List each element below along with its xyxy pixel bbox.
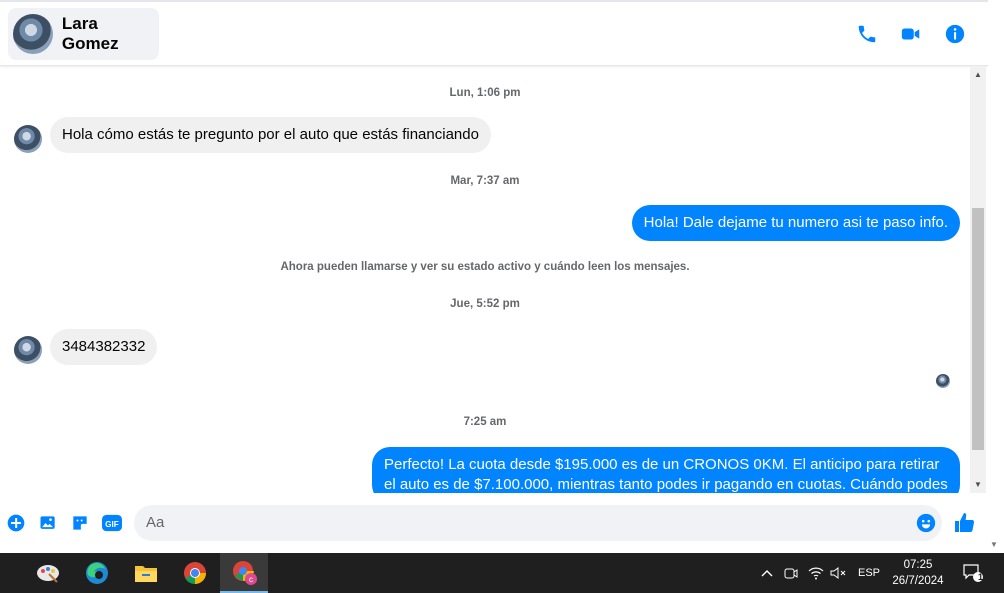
message-bubble-outgoing[interactable]: Hola! Dale dejame tu numero asi te paso … [631,205,960,241]
message-input-placeholder: Aa [146,514,165,531]
video-camera-icon[interactable] [899,22,923,46]
svg-text:c: c [249,575,253,584]
contact-name: Lara Gomez [61,14,119,53]
page-scroll-down-arrow-icon[interactable]: ▼ [990,540,998,549]
timestamp: Jue, 5:52 pm [450,298,520,310]
message-bubble-outgoing[interactable]: Perfecto! La cuota desde $195.000 es de … [372,447,960,493]
page-scrollbar[interactable]: ▼ [988,0,1004,553]
sender-avatar[interactable] [14,336,42,364]
edge-icon[interactable] [73,553,121,593]
chat-notice: Ahora pueden llamarse y ver su estado ac… [280,261,690,273]
chat-header: Lara Gomez [0,2,988,66]
info-icon[interactable] [943,22,967,46]
thumbs-up-icon[interactable] [953,511,977,535]
gif-icon[interactable]: GIF [101,512,123,534]
paint-app-icon[interactable] [24,553,72,593]
timestamp: Lun, 1:06 pm [449,87,521,99]
emoji-icon[interactable] [915,512,937,534]
timestamp: Mar, 7:37 am [450,175,520,187]
message-input[interactable]: Aa [134,505,942,541]
windows-taskbar: c ESP 07:25 26/7/2024 1 [0,553,1004,593]
tray-overflow-chevron-icon[interactable] [758,553,776,593]
scroll-up-arrow-icon[interactable]: ▲ [970,67,986,83]
meet-now-icon[interactable] [782,553,800,593]
scroll-thumb[interactable] [972,208,984,450]
notification-count-badge: 1 [978,572,984,582]
language-indicator[interactable]: ESP [854,553,884,593]
file-explorer-icon[interactable] [122,553,170,593]
phone-icon[interactable] [855,22,879,46]
message-bubble-incoming[interactable]: Hola cómo estás te pregunto por el auto … [50,117,491,153]
messenger-window: Lara Gomez Lun, 1:06 pm Hola cómo estás … [0,0,1004,553]
sender-avatar[interactable] [14,125,42,153]
add-circle-icon[interactable] [5,512,27,534]
clock-date: 26/7/2024 [892,575,944,587]
contact-profile-button[interactable]: Lara Gomez [8,8,159,60]
thread-scrollbar[interactable]: ▲ ▼ [970,67,986,493]
timestamp: 7:25 am [463,416,507,428]
chrome-icon[interactable] [171,553,219,593]
contact-avatar [13,14,53,54]
chrome-profile-icon[interactable]: c [220,553,268,593]
message-bubble-incoming[interactable]: 3484382332 [50,329,158,365]
notification-center-icon[interactable]: 1 [958,553,988,593]
message-thread[interactable]: Lun, 1:06 pm Hola cómo estás te pregunto… [0,67,970,493]
volume-muted-icon[interactable] [828,553,848,593]
message-composer: GIF Aa [0,493,988,553]
system-clock[interactable]: 07:25 26/7/2024 [888,557,948,589]
scroll-down-arrow-icon[interactable]: ▼ [970,477,986,493]
start-button[interactable] [0,553,10,593]
read-receipt-avatar [936,374,950,388]
clock-time: 07:25 [903,559,933,571]
sticker-icon[interactable] [69,512,91,534]
image-icon[interactable] [37,512,59,534]
svg-text:GIF: GIF [105,520,119,529]
wifi-icon[interactable] [806,553,826,593]
